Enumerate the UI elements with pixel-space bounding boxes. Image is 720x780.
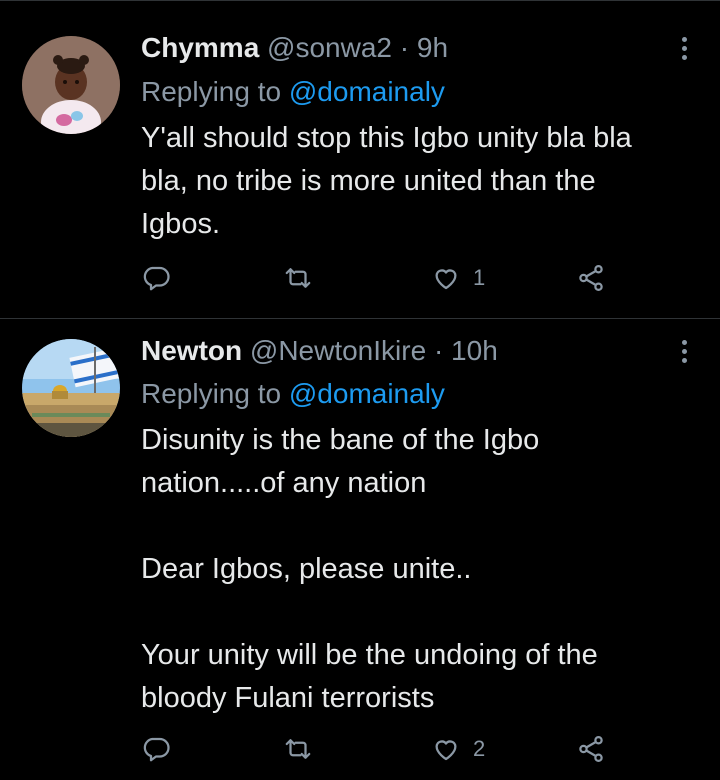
reply-button[interactable] (141, 729, 171, 769)
tweet-text-line: Dear Igbos, please unite.. (141, 553, 472, 585)
author-name[interactable]: Chymma (141, 32, 259, 63)
tweet-card[interactable]: Newton @NewtonIkire · 10h Replying to @d… (0, 319, 720, 780)
jerusalem-flag-avatar-icon (22, 339, 120, 437)
author-handle[interactable]: @NewtonIkire (250, 335, 426, 366)
share-button[interactable] (576, 729, 606, 769)
tweet-actions: 1 (0, 258, 720, 298)
mention-link[interactable]: @domainaly (289, 76, 445, 107)
like-count: 1 (473, 265, 486, 290)
timestamp[interactable]: 10h (451, 335, 498, 366)
share-button[interactable] (576, 258, 606, 298)
avatar[interactable] (22, 36, 120, 134)
tweet-text: Disunity is the bane of the Igbo nation.… (141, 419, 701, 720)
like-button[interactable]: 1 (431, 258, 485, 298)
tweet-text-line: nation.....of any nation (141, 467, 427, 499)
share-icon (579, 265, 603, 291)
tweet-text-line: Your unity will be the undoing of the (141, 639, 598, 671)
more-options-icon[interactable] (670, 333, 698, 369)
reply-icon (143, 737, 170, 762)
retweet-button[interactable] (283, 729, 313, 769)
like-icon (435, 740, 457, 761)
share-icon (579, 736, 603, 762)
separator-dot: · (433, 335, 444, 366)
tweet-text-blank (141, 505, 701, 548)
reply-icon (143, 266, 170, 291)
like-icon (435, 269, 457, 290)
tweet-text-line: Igbos. (141, 208, 220, 240)
more-options-icon[interactable] (670, 30, 698, 66)
timestamp[interactable]: 9h (417, 32, 448, 63)
tweet-text-line: Disunity is the bane of the Igbo (141, 424, 540, 456)
tweet-text: Y'all should stop this Igbo unity bla bl… (141, 117, 701, 246)
tweet-card[interactable]: Chymma @sonwa2 · 9h Replying to @domaina… (0, 0, 720, 318)
retweet-button[interactable] (283, 258, 313, 298)
retweet-icon (285, 268, 311, 288)
separator-dot: · (399, 32, 410, 63)
tweet-text-line: Y'all should stop this Igbo unity bla bl… (141, 122, 632, 154)
author-name[interactable]: Newton (141, 335, 242, 366)
like-count: 2 (473, 736, 486, 761)
replying-prefix: Replying to (141, 76, 282, 107)
tweet-header: Chymma @sonwa2 · 9h (141, 30, 448, 66)
tweet-text-blank (141, 591, 701, 634)
like-button[interactable]: 2 (431, 729, 485, 769)
tweet-text-line: bloody Fulani terrorists (141, 682, 435, 714)
tweet-actions: 2 (0, 729, 720, 769)
replying-to: Replying to @domainaly (141, 376, 445, 412)
avatar[interactable] (22, 339, 120, 437)
mention-link[interactable]: @domainaly (289, 378, 445, 409)
author-handle[interactable]: @sonwa2 (267, 32, 392, 63)
child-photo-avatar-icon (22, 36, 120, 134)
tweet-header: Newton @NewtonIkire · 10h (141, 333, 498, 369)
replying-prefix: Replying to (141, 378, 282, 409)
tweet-text-line: bla, no tribe is more united than the (141, 165, 596, 197)
retweet-icon (285, 739, 311, 759)
reply-button[interactable] (141, 258, 171, 298)
replying-to: Replying to @domainaly (141, 74, 445, 110)
